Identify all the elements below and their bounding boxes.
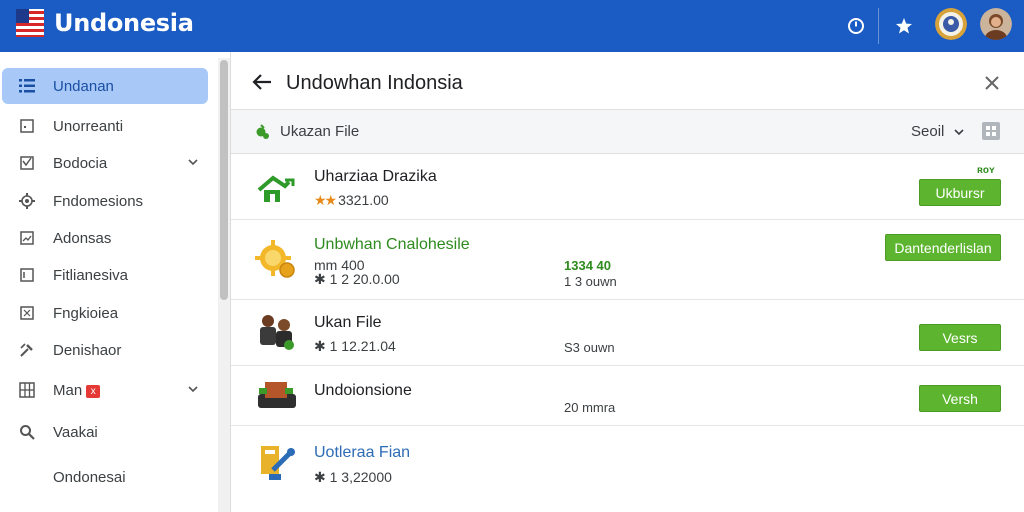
app-brand[interactable]: Undonesia bbox=[54, 9, 194, 37]
chevron-down-icon[interactable] bbox=[186, 382, 200, 396]
sidebar-item-label: Man x bbox=[53, 381, 101, 399]
list-item[interactable]: Ukan File ✱ 1 12.21.04 S3 ouwn Vesrs bbox=[231, 300, 1024, 366]
item-size: S3 ouwn bbox=[564, 340, 615, 355]
box-icon bbox=[258, 382, 296, 408]
puzzle-icon bbox=[18, 304, 36, 322]
sidebar-item-adonsas[interactable]: Adonsas bbox=[2, 220, 208, 256]
back-arrow-icon[interactable] bbox=[251, 72, 273, 92]
sidebar-item-label: Fitlianesiva bbox=[53, 266, 129, 284]
item-price: ✱ 1 3,22000 bbox=[314, 469, 392, 485]
sidebar-item-fngkioiea[interactable]: Fngkioiea bbox=[2, 295, 208, 331]
sidebar-item-label: Fndomesions bbox=[53, 192, 144, 210]
sidebar-item-label: Unorreanti bbox=[53, 117, 124, 135]
sidebar-item-label: Adonsas bbox=[53, 229, 112, 247]
list-item[interactable]: Uharziaa Drazika ★★ 3321.00 Ukbursr bbox=[231, 154, 1024, 220]
item-title[interactable]: Uharziaa Drazika bbox=[314, 168, 437, 186]
sidebar: Undanan Unorreanti Bodocia Fndomesions A… bbox=[0, 52, 218, 512]
sidebar-item-label: Vaakai bbox=[53, 423, 98, 441]
list-item[interactable]: Unbwhan Cnalohesile mm 400 ✱ 1 2 20.0.00… bbox=[231, 220, 1024, 300]
sun-coin-icon bbox=[255, 240, 295, 278]
list-icon bbox=[18, 77, 36, 95]
sidebar-scrollbar[interactable] bbox=[218, 58, 230, 512]
checkbox-icon bbox=[18, 154, 36, 172]
flag-icon bbox=[16, 9, 44, 37]
chart-icon bbox=[18, 229, 36, 247]
sidebar-item-undanan[interactable]: Undanan bbox=[2, 68, 208, 104]
grid-icon bbox=[18, 381, 36, 399]
versions-button[interactable]: Versh bbox=[919, 385, 1001, 412]
sidebar-item-ondonesai[interactable]: Ondonesai bbox=[2, 459, 208, 495]
item-price: ✱ 1 12.21.04 bbox=[314, 338, 396, 354]
search-icon bbox=[18, 423, 36, 441]
scroll-thumb[interactable] bbox=[220, 60, 228, 300]
grid-view-icon[interactable] bbox=[982, 122, 1000, 140]
house-icon bbox=[257, 175, 295, 202]
list-item[interactable]: Uotleraa Fian ✱ 1 3,22000 bbox=[231, 426, 1024, 512]
item-title[interactable]: Undoionsione bbox=[314, 382, 412, 400]
page-title: Undowhan Indonsia bbox=[286, 72, 463, 94]
download-button[interactable]: Dantenderlislan bbox=[885, 234, 1001, 261]
item-price: 3321.00 bbox=[338, 192, 389, 208]
avatar-badge[interactable] bbox=[935, 8, 967, 40]
subheader-label: Ukazan File bbox=[280, 123, 360, 140]
close-icon[interactable] bbox=[983, 74, 1001, 92]
document-icon bbox=[18, 266, 36, 284]
sidebar-item-man[interactable]: Man x bbox=[2, 372, 208, 408]
item-size: 1 3 ouwn bbox=[564, 274, 617, 289]
sidebar-item-label: Bodocia bbox=[53, 154, 108, 172]
notification-badge: x bbox=[86, 384, 101, 398]
item-size: 20 mmra bbox=[564, 400, 616, 415]
item-count: 1334 40 bbox=[564, 258, 611, 273]
sidebar-item-label: Denishaor bbox=[53, 341, 122, 359]
sidebar-item-bodocia[interactable]: Bodocia bbox=[2, 145, 208, 181]
sidebar-item-label: Ondonesai bbox=[53, 468, 126, 486]
list-item[interactable]: Undoionsione 20 mmra Versh bbox=[231, 366, 1024, 426]
chevron-down-icon[interactable] bbox=[186, 155, 200, 169]
item-meta: ★★ 3321.00 bbox=[314, 192, 389, 209]
sidebar-item-fndomesions[interactable]: Fndomesions bbox=[2, 183, 208, 219]
leaf-icon bbox=[256, 124, 269, 139]
rating-stars: ★★ bbox=[314, 192, 337, 208]
people-icon bbox=[260, 315, 294, 350]
gear-icon bbox=[18, 192, 36, 210]
user-avatar[interactable] bbox=[980, 8, 1012, 40]
tool-folder-icon bbox=[261, 446, 295, 480]
square-icon bbox=[18, 117, 36, 135]
sidebar-item-label: Fngkioiea bbox=[53, 304, 119, 322]
chevron-down-icon[interactable] bbox=[953, 126, 965, 138]
versions-button[interactable]: Vesrs bbox=[919, 324, 1001, 351]
sidebar-item-denishaor[interactable]: Denishaor bbox=[2, 332, 208, 368]
sidebar-item-unorreanti[interactable]: Unorreanti bbox=[2, 108, 208, 144]
sidebar-item-fitlianesiva[interactable]: Fitlianesiva bbox=[2, 257, 208, 293]
item-price: ✱ 1 2 20.0.00 bbox=[314, 271, 400, 287]
sidebar-item-vaakai[interactable]: Vaakai bbox=[2, 414, 208, 450]
topbar-separator bbox=[878, 8, 879, 44]
main-panel: Undowhan Indonsia Ukazan File Seoil ʀᴏʏ … bbox=[231, 52, 1024, 512]
sidebar-item-label: Undanan bbox=[53, 77, 114, 95]
star-icon[interactable] bbox=[888, 10, 920, 42]
main-header: Undowhan Indonsia bbox=[231, 52, 1024, 110]
list-subheader: Ukazan File Seoil bbox=[231, 110, 1024, 154]
item-title[interactable]: Ukan File bbox=[314, 314, 382, 332]
top-bar: Undonesia bbox=[0, 0, 1024, 52]
sidebar-item-man-text: Man bbox=[53, 381, 83, 399]
tools-icon bbox=[18, 341, 36, 359]
item-title[interactable]: Uotleraa Fian bbox=[314, 444, 410, 462]
sort-dropdown[interactable]: Seoil bbox=[911, 123, 944, 140]
action-button[interactable]: Ukbursr bbox=[919, 179, 1001, 206]
item-title[interactable]: Unbwhan Cnalohesile bbox=[314, 236, 470, 254]
timer-icon[interactable] bbox=[840, 10, 872, 42]
